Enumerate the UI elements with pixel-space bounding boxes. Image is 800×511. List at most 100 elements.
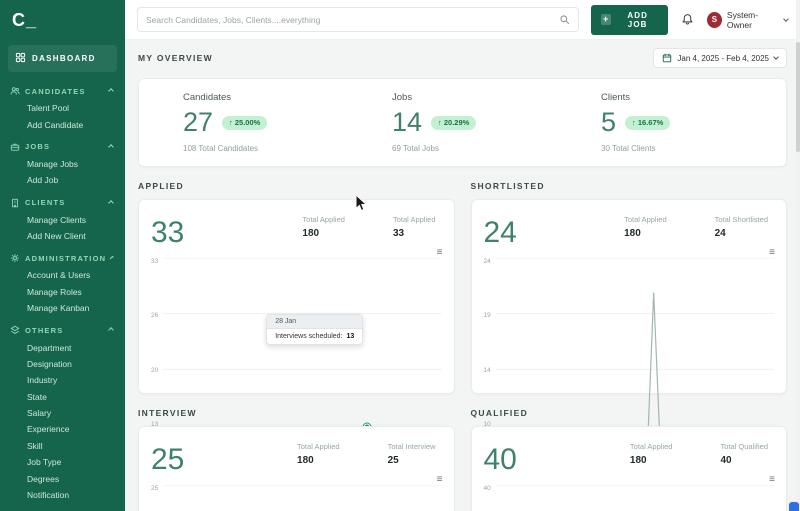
building-icon <box>10 198 20 208</box>
line-chart-shortlisted: 2419141050 06 Jan '2509 Jan '2512 Jan '2… <box>484 258 775 370</box>
tooltip-date: 28 Jan <box>267 314 363 329</box>
sidebar-item-manage-kanban[interactable]: Manage Kanban <box>0 300 125 316</box>
line-chart-qualified: 4032241680 06 Jan '2509 Jan '2512 Jan '2… <box>484 485 775 511</box>
sidebar-item-add-job[interactable]: Add Job <box>0 172 125 188</box>
chart-menu-icon[interactable]: ≡ <box>769 248 775 258</box>
total-label: Total Applied <box>302 215 345 224</box>
chart-big-value: 40 <box>483 443 517 476</box>
sidebar-item-degrees[interactable]: Degrees <box>0 470 125 486</box>
sidebar-item-industry[interactable]: Industry <box>0 372 125 388</box>
stat-total: 69 Total Jobs <box>392 144 439 153</box>
plus-icon: + <box>601 14 612 25</box>
sidebar-item-department[interactable]: Department <box>0 339 125 355</box>
total-label: Total Applied <box>629 442 673 451</box>
total-value: 33 <box>392 228 405 239</box>
sidebar-section-candidates[interactable]: CANDIDATES <box>0 80 125 100</box>
plot-area <box>163 485 441 511</box>
y-tick: 40 <box>483 485 491 492</box>
tooltip-label: Interviews scheduled: <box>275 332 343 340</box>
chart-big-value: 24 <box>483 216 517 249</box>
stat-value: 5 <box>601 107 617 137</box>
sidebar-item-experience[interactable]: Experience <box>0 421 125 437</box>
sidebar-item-designation[interactable]: Designation <box>0 356 125 372</box>
scrollbar-thumb[interactable] <box>796 42 800 152</box>
stat-total: 30 Total Clients <box>601 144 656 153</box>
applied-card: 33 Total Applied 180 Total Applied 33 ≡ 33… <box>138 199 455 394</box>
search-box <box>137 7 579 32</box>
total-label: Total Applied <box>392 215 436 224</box>
stat-value: 27 <box>183 107 214 137</box>
dashboard-label: DASHBOARD <box>32 54 96 63</box>
section-label: JOBS <box>25 142 51 152</box>
shortlisted-section: SHORTLISTED 24 Total Applied 180 Total Sh… <box>470 181 787 394</box>
trend-badge: ↑ 20.29% <box>431 115 477 130</box>
date-range-picker[interactable]: Jan 4, 2025 - Feb 4, 2025 <box>653 48 787 68</box>
sidebar-item-talent-pool[interactable]: Talent Pool <box>0 100 125 116</box>
total-label: Total Qualified <box>720 442 768 451</box>
y-tick: 26 <box>151 312 159 320</box>
total-label: Total Interview <box>387 442 436 451</box>
grid-icon <box>15 52 26 65</box>
y-tick: 19 <box>483 312 491 320</box>
floating-widget[interactable] <box>789 502 799 511</box>
chart-big-value: 25 <box>151 443 185 476</box>
sidebar-item-add-candidate[interactable]: Add Candidate <box>0 116 125 132</box>
total-value: 180 <box>297 455 314 466</box>
total-value: 40 <box>720 455 732 466</box>
y-axis: 2520151050 <box>151 485 163 511</box>
shortlisted-card: 24 Total Applied 180 Total Shortlisted 24 … <box>470 199 787 394</box>
stats-card: Candidates 27 ↑ 25.00% 108 Total Candida… <box>138 78 787 167</box>
page-title: MY OVERVIEW <box>138 53 213 63</box>
total-value: 180 <box>629 455 647 466</box>
add-job-button[interactable]: + ADD JOB <box>591 4 669 35</box>
calendar-icon <box>662 53 672 63</box>
scrollbar-track[interactable] <box>796 0 800 511</box>
sidebar-item-dashboard[interactable]: DASHBOARD <box>8 45 117 72</box>
stat-total: 108 Total Candidates <box>183 144 259 153</box>
section-label: CANDIDATES <box>25 86 86 96</box>
mouse-cursor <box>355 194 367 212</box>
search-input[interactable] <box>146 14 553 25</box>
section-title: SHORTLISTED <box>470 181 545 191</box>
chart-menu-icon[interactable]: ≡ <box>769 475 775 485</box>
section-label: ADMINISTRATION <box>25 253 107 263</box>
line-chart-interview: 2520151050 06 Jan '2509 Jan '2512 Jan '2… <box>151 485 442 511</box>
qualified-card: 40 Total Applied 180 Total Qualified 40 ≡ … <box>470 426 787 511</box>
bell-icon[interactable] <box>681 13 694 26</box>
trend-badge: ↑ 25.00% <box>222 115 268 130</box>
sidebar-item-account-users[interactable]: Account & Users <box>0 267 125 283</box>
sidebar-section-clients[interactable]: CLIENTS <box>0 192 125 212</box>
total-label: Total Applied <box>297 442 340 451</box>
sidebar-item-job-type[interactable]: Job Type <box>0 454 125 470</box>
y-tick: 20 <box>151 366 159 374</box>
plot-area <box>496 485 774 511</box>
interview-card: 25 Total Applied 180 Total Interview 25 ≡ … <box>138 426 455 511</box>
section-title: APPLIED <box>138 181 184 191</box>
total-value: 25 <box>387 455 399 466</box>
sidebar-item-manage-jobs[interactable]: Manage Jobs <box>0 156 125 172</box>
sidebar-item-notification[interactable]: Notification <box>0 487 125 503</box>
user-menu[interactable]: S System-Owner <box>707 9 789 30</box>
sidebar-item-skill[interactable]: Skill <box>0 438 125 454</box>
sidebar-item-manage-clients[interactable]: Manage Clients <box>0 212 125 228</box>
sidebar-item-add-new-client[interactable]: Add New Client <box>0 228 125 244</box>
users-icon <box>10 86 20 96</box>
sidebar-item-manage-roles[interactable]: Manage Roles <box>0 284 125 300</box>
sidebar-section-jobs[interactable]: JOBS <box>0 136 125 156</box>
add-job-label: ADD JOB <box>627 10 648 29</box>
main-area: + ADD JOB S System-Owner MY OVERVIEW Jan… <box>125 0 800 511</box>
tooltip-value: 13 <box>346 332 355 340</box>
y-tick: 25 <box>151 485 159 492</box>
avatar: S <box>707 11 722 28</box>
chart-menu-icon[interactable]: ≡ <box>437 248 443 258</box>
sidebar-section-others[interactable]: OTHERS <box>0 319 125 339</box>
stat-label: Jobs <box>392 92 413 103</box>
y-tick: 33 <box>151 258 159 265</box>
chart-menu-icon[interactable]: ≡ <box>437 475 443 485</box>
dashboard-content: MY OVERVIEW Jan 4, 2025 - Feb 4, 2025 Ca… <box>125 40 800 511</box>
chart-big-value: 33 <box>151 216 185 249</box>
sidebar-section-administration[interactable]: ADMINISTRATION <box>0 247 125 267</box>
sidebar-item-salary[interactable]: Salary <box>0 405 125 421</box>
sidebar-item-state[interactable]: State <box>0 389 125 405</box>
user-name: System-Owner <box>726 9 759 30</box>
